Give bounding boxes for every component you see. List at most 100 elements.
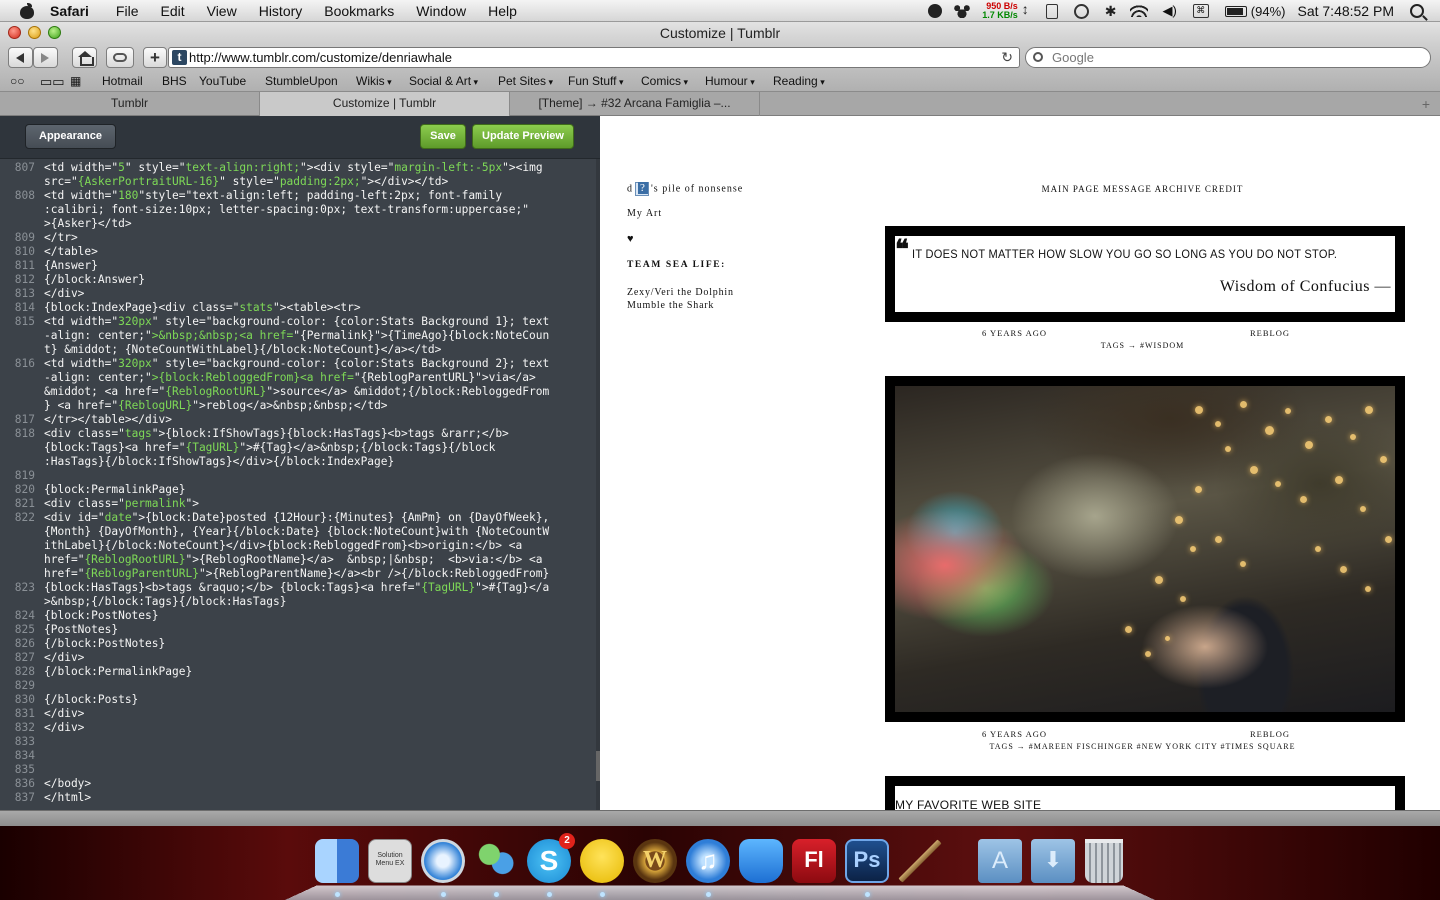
- code-line[interactable]: 829: [0, 679, 596, 693]
- code-line[interactable]: } <a href="{ReblogURL}">reblog</a>&nbsp;…: [0, 399, 596, 413]
- code-line[interactable]: href="{ReblogRootURL}">{ReblogRootName}<…: [0, 553, 596, 567]
- new-tab-icon[interactable]: +: [1422, 96, 1430, 112]
- bookmark-folder-pet-sites[interactable]: Pet Sites: [498, 74, 553, 88]
- code-line[interactable]: &middot; <a href="{ReblogRootURL}">sourc…: [0, 385, 596, 399]
- tab-tumblr[interactable]: Tumblr: [0, 92, 260, 116]
- bookmark-folder-comics[interactable]: Comics: [641, 74, 688, 88]
- reload-icon[interactable]: ↻: [1001, 48, 1013, 67]
- flash-icon[interactable]: Fl: [792, 839, 836, 883]
- code-line[interactable]: :HasTags}{/block:IfShowTags}</div>{/bloc…: [0, 455, 596, 469]
- menu-view[interactable]: View: [207, 3, 237, 19]
- code-line[interactable]: 834: [0, 749, 596, 763]
- code-line[interactable]: :calibri; font-size:10px; letter-spacing…: [0, 203, 596, 217]
- adium-icon[interactable]: [580, 839, 624, 883]
- code-line[interactable]: 820 {block:PermalinkPage}: [0, 483, 596, 497]
- code-line[interactable]: 828 {/block:PermalinkPage}: [0, 665, 596, 679]
- blog-navigation[interactable]: MAIN PAGE MESSAGE ARCHIVE CREDIT: [885, 184, 1400, 194]
- solution-menu-icon[interactable]: Solution Menu EX: [368, 839, 412, 883]
- code-line[interactable]: 811 {Answer}: [0, 259, 596, 273]
- save-button[interactable]: Save: [420, 124, 466, 149]
- growl-paw-icon[interactable]: [954, 4, 971, 18]
- spotlight-icon[interactable]: [1410, 4, 1424, 18]
- itunes-icon[interactable]: ♫: [686, 839, 730, 883]
- menu-file[interactable]: File: [116, 3, 139, 19]
- post-tags[interactable]: TAGS → #WISDOM: [885, 341, 1400, 350]
- bookmark-folder-humour[interactable]: Humour: [705, 74, 755, 88]
- code-line[interactable]: 833: [0, 735, 596, 749]
- time-machine-icon[interactable]: [1073, 3, 1089, 19]
- bookmark-youtube[interactable]: YouTube: [199, 74, 246, 88]
- sim-card-icon[interactable]: [1045, 3, 1058, 19]
- bookmarks-book-icon[interactable]: ▭▭: [40, 74, 65, 89]
- code-line[interactable]: t} &middot; {NoteCountWithLabel}{/block:…: [0, 343, 596, 357]
- blog-title[interactable]: d 's pile of nonsense: [627, 182, 743, 196]
- code-line[interactable]: -align: center;">{block:RebloggedFrom}<a…: [0, 371, 596, 385]
- messenger-icon[interactable]: [474, 839, 518, 883]
- code-line[interactable]: 826 {/block:PostNotes}: [0, 637, 596, 651]
- wacom-icon[interactable]: [739, 839, 783, 883]
- safari-icon[interactable]: [421, 839, 465, 883]
- menu-app-safari[interactable]: Safari: [50, 3, 89, 19]
- bookmark-bhs[interactable]: BHS: [162, 74, 187, 88]
- code-line[interactable]: 809 </tr>: [0, 231, 596, 245]
- post-tags[interactable]: TAGS → #MAREEN FISCHINGER #NEW YORK CITY…: [885, 742, 1400, 751]
- bookmark-folder-wikis[interactable]: Wikis: [356, 74, 392, 88]
- menu-help[interactable]: Help: [488, 3, 517, 19]
- add-bookmark-button[interactable]: +: [143, 47, 167, 68]
- trash-icon[interactable]: [1085, 839, 1123, 883]
- code-line[interactable]: 831 </div>: [0, 707, 596, 721]
- home-button[interactable]: [72, 47, 97, 68]
- menu-clock[interactable]: Sat 7:48:52 PM: [1297, 3, 1394, 19]
- paintbrush-icon[interactable]: [898, 839, 942, 883]
- reblog-link[interactable]: REBLOG: [1250, 328, 1290, 338]
- code-line[interactable]: ithLabel}{/block:NoteCount}</div>{block:…: [0, 539, 596, 553]
- bookmark-folder-reading[interactable]: Reading: [773, 74, 825, 88]
- code-line[interactable]: 808 <td width="180"style="text-align:left…: [0, 189, 596, 203]
- reblog-link[interactable]: REBLOG: [1250, 729, 1290, 739]
- code-line[interactable]: 818 <div class="tags">{block:IfShowTags}{…: [0, 427, 596, 441]
- tab-arcana-famiglia[interactable]: [Theme] → #32 Arcana Famiglia –...: [510, 92, 760, 116]
- code-line[interactable]: src="{AskerPortraitURL-16}" style="paddi…: [0, 175, 596, 189]
- warcraft-icon[interactable]: W: [633, 839, 677, 883]
- menu-bookmarks[interactable]: Bookmarks: [324, 3, 394, 19]
- code-line[interactable]: 824 {block:PostNotes}: [0, 609, 596, 623]
- icloud-tabs-button[interactable]: [106, 47, 134, 68]
- volume-icon[interactable]: ◀): [1162, 3, 1176, 19]
- code-line[interactable]: 819: [0, 469, 596, 483]
- forward-button[interactable]: [33, 47, 58, 68]
- code-line[interactable]: 825 {PostNotes}: [0, 623, 596, 637]
- times-square-photo[interactable]: [895, 386, 1395, 712]
- appearance-button[interactable]: Appearance: [25, 124, 116, 149]
- post-time-link[interactable]: 6 YEARS AGO: [982, 328, 1047, 338]
- bookmark-folder-social-art[interactable]: Social & Art: [409, 74, 478, 88]
- bookmark-hotmail[interactable]: Hotmail: [102, 74, 143, 88]
- code-line[interactable]: href="{ReblogParentURL}">{ReblogParentNa…: [0, 567, 596, 581]
- code-line[interactable]: 830 {/block:Posts}: [0, 693, 596, 707]
- bookmark-folder-fun-stuff[interactable]: Fun Stuff: [568, 74, 624, 88]
- menu-edit[interactable]: Edit: [160, 3, 184, 19]
- code-line[interactable]: -align: center;">&nbsp;&nbsp;<a href="{P…: [0, 329, 596, 343]
- code-line[interactable]: 827 </div>: [0, 651, 596, 665]
- bluetooth-icon[interactable]: ✱: [1105, 3, 1117, 20]
- code-line[interactable]: 837 </html>: [0, 791, 596, 805]
- code-line[interactable]: 836 </body>: [0, 777, 596, 791]
- top-sites-grid-icon[interactable]: ▦: [70, 74, 81, 88]
- wifi-icon[interactable]: [1130, 5, 1149, 17]
- menu-window[interactable]: Window: [416, 3, 466, 19]
- code-line[interactable]: >{Asker}</td>: [0, 217, 596, 231]
- my-art-link[interactable]: My Art: [627, 208, 662, 219]
- code-line[interactable]: 821 <div class="permalink">: [0, 497, 596, 511]
- code-line[interactable]: 816 <td width="320px" style="background-c…: [0, 357, 596, 371]
- code-line[interactable]: 807 <td width="5" style="text-align:right…: [0, 161, 596, 175]
- code-line[interactable]: 812 {/block:Answer}: [0, 273, 596, 287]
- html-code-editor[interactable]: 807 <td width="5" style="text-align:right…: [0, 159, 596, 810]
- update-preview-button[interactable]: Update Preview: [472, 124, 574, 149]
- skype-icon[interactable]: S 2: [527, 833, 575, 883]
- finder-icon[interactable]: [315, 839, 359, 883]
- menu-history[interactable]: History: [259, 3, 303, 19]
- code-line[interactable]: 813 </div>: [0, 287, 596, 301]
- code-line[interactable]: 814 {block:IndexPage}<div class="stats"><…: [0, 301, 596, 315]
- post-time-link[interactable]: 6 YEARS AGO: [982, 729, 1047, 739]
- code-line[interactable]: 822 <div id="date">{block:Date}posted {12…: [0, 511, 596, 525]
- code-line[interactable]: 832 </div>: [0, 721, 596, 735]
